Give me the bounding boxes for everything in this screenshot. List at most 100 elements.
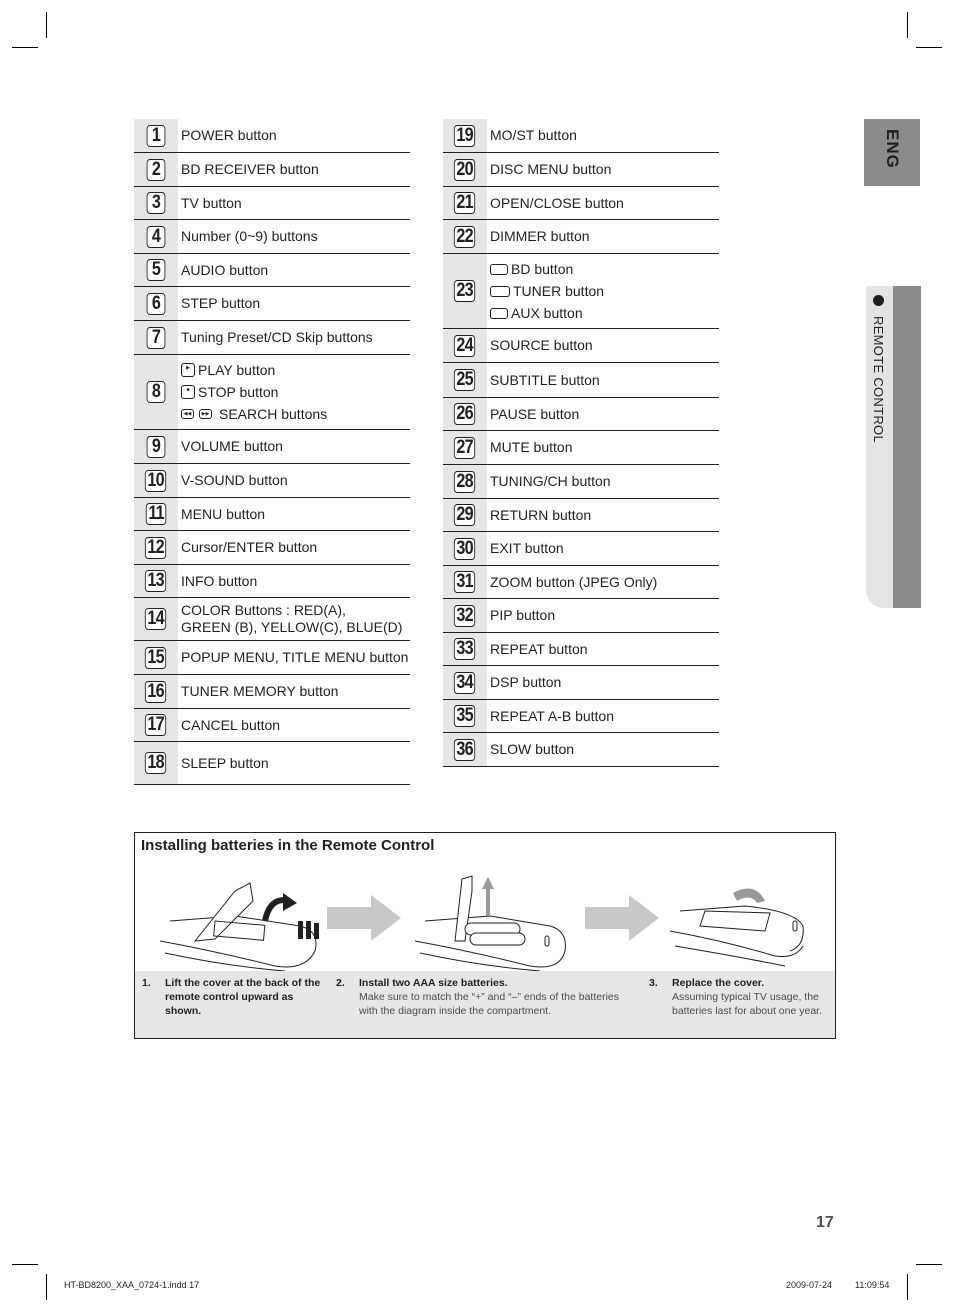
row-number-cell: 35: [443, 700, 487, 732]
table-row: 30 EXIT button: [443, 532, 719, 566]
row-number-cell: 15: [134, 641, 178, 674]
battery-install-box: Installing batteries in the Remote Contr…: [134, 832, 836, 1039]
row-label-text: SEARCH buttons: [219, 406, 328, 422]
row-number-cell: 20: [443, 153, 487, 186]
row-number: 10: [145, 469, 167, 492]
row-number: 27: [454, 436, 476, 459]
row-label-text: TUNER button: [513, 283, 605, 299]
table-row: 8 ▶ PLAY button ■ STOP button ◀◀ ▶▶ SEARCH butt…: [134, 355, 410, 430]
row-label-text: MO/ST button: [490, 127, 577, 143]
table-row: 6 STEP button: [134, 287, 410, 321]
row-number: 26: [454, 403, 476, 425]
row-label-text: POPUP MENU, TITLE MENU button: [181, 649, 409, 665]
row-number: 5: [146, 259, 166, 281]
crop-mark: [12, 1264, 38, 1265]
row-number: 31: [454, 571, 476, 593]
row-number-cell: 16: [134, 675, 178, 708]
crop-mark: [916, 1264, 942, 1265]
row-number: 13: [145, 570, 167, 592]
footer-date: 2009-07-24: [786, 1280, 833, 1290]
row-label-line: REPEAT button: [490, 641, 588, 658]
row-number-cell: 23: [443, 254, 487, 328]
row-label-text: V-SOUND button: [181, 472, 288, 488]
crop-mark: [907, 12, 908, 38]
row-label-line: GREEN (B), YELLOW(C), BLUE(D): [181, 619, 402, 636]
row-label-text: Cursor/ENTER button: [181, 539, 318, 555]
row-label-line: INFO button: [181, 573, 257, 590]
step-description: Assuming typical TV usage, the batteries…: [672, 991, 823, 1017]
row-number-cell: 14: [134, 598, 178, 640]
row-label: DIMMER button: [487, 220, 590, 253]
footer-time: 11:09:54: [855, 1280, 890, 1290]
row-number: 36: [454, 738, 476, 761]
row-label-line: STEP button: [181, 295, 260, 312]
row-label: INFO button: [178, 565, 257, 597]
row-number: 23: [454, 280, 476, 302]
remote-illustration-close-cover: [669, 888, 804, 967]
row-number: 14: [145, 608, 167, 630]
row-label-text: TV button: [181, 194, 242, 211]
row-number: 33: [454, 638, 476, 660]
row-label-line: RETURN button: [490, 507, 591, 524]
row-number-cell: 8: [134, 355, 178, 429]
row-number: 29: [454, 504, 476, 526]
row-label: BD RECEIVER button: [178, 153, 319, 186]
button-table-left: 1 POWER button 2 BD RECEIVER button 3 TV butt…: [134, 119, 410, 785]
table-row: 23 BD button TUNER button AUX button: [443, 254, 719, 329]
row-label-text: CANCEL button: [181, 716, 281, 733]
row-label: REPEAT button: [487, 633, 588, 665]
battery-steps: 1. Lift the cover at the back of the rem…: [135, 971, 835, 1038]
row-label-text: INFO button: [181, 572, 258, 589]
row-label-line: Cursor/ENTER button: [181, 539, 317, 556]
row-label-text: Tuning Preset/CD Skip buttons: [181, 329, 373, 345]
table-row: 35 REPEAT A-B button: [443, 700, 719, 733]
step-number: 1.: [142, 977, 151, 989]
row-number-cell: 3: [134, 187, 178, 219]
footer-filename: HT-BD8200_XAA_0724-1.indd 17: [64, 1280, 200, 1290]
row-number-cell: 31: [443, 566, 487, 598]
table-row: 16 TUNER MEMORY button: [134, 675, 410, 709]
tuner-icon: [490, 285, 510, 297]
row-number: 17: [145, 714, 167, 736]
table-row: 25 SUBTITLE button: [443, 363, 719, 398]
row-label-line: TV button: [181, 195, 242, 212]
row-label-line: Tuning Preset/CD Skip buttons: [181, 329, 373, 346]
row-number-cell: 1: [134, 119, 178, 152]
row-number: 9: [146, 435, 166, 458]
row-number: 20: [454, 158, 476, 181]
row-label-text: EXIT button: [490, 540, 564, 556]
row-number-cell: 2: [134, 153, 178, 186]
row-label-text: GREEN (B), YELLOW(C), BLUE(D): [181, 619, 403, 635]
row-label-text: POWER button: [181, 127, 277, 143]
row-number: 11: [145, 503, 167, 525]
row-number: 19: [454, 124, 476, 147]
row-number-cell: 4: [134, 220, 178, 253]
bd-icon: [490, 263, 508, 275]
row-label: TUNING/CH button: [487, 465, 611, 498]
table-row: 1 POWER button: [134, 119, 410, 153]
stop-icon: ■: [181, 385, 195, 399]
crop-mark: [12, 47, 38, 48]
crop-mark: [46, 12, 47, 38]
table-row: 7 Tuning Preset/CD Skip buttons: [134, 321, 410, 355]
row-number-cell: 26: [443, 398, 487, 430]
row-label-line: TUNING/CH button: [490, 473, 611, 490]
row-label: SLEEP button: [178, 742, 269, 784]
table-row: 20 DISC MENU button: [443, 153, 719, 187]
row-label: MENU button: [178, 498, 265, 530]
row-label: MUTE button: [487, 431, 572, 464]
row-label-line: DISC MENU button: [490, 161, 611, 178]
row-number: 18: [145, 752, 167, 774]
section-tab-label: REMOTE CONTROL: [871, 316, 886, 443]
row-number-cell: 36: [443, 733, 487, 766]
row-label-text: OPEN/CLOSE button: [490, 194, 624, 211]
table-row: 5 AUDIO button: [134, 254, 410, 287]
table-row: 27 MUTE button: [443, 431, 719, 465]
row-label-text: PIP button: [490, 607, 556, 623]
row-label-line: COLOR Buttons : RED(A),: [181, 602, 402, 619]
row-label: ▶ PLAY button ■ STOP button ◀◀ ▶▶ SEARCH butto…: [178, 355, 327, 429]
row-number: 22: [454, 225, 476, 248]
table-row: 12 Cursor/ENTER button: [134, 531, 410, 565]
row-label: Number (0~9) buttons: [178, 220, 318, 253]
section-tab: REMOTE CONTROL: [866, 286, 921, 608]
